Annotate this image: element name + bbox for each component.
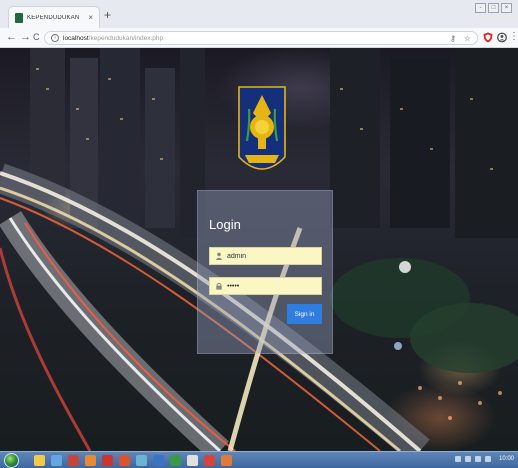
- window-controls: - □ ×: [475, 3, 512, 13]
- login-form: Login Sign in: [197, 190, 333, 354]
- url-text: localhost/kependudukan/index.php: [63, 35, 163, 42]
- browser-menu-icon[interactable]: ⋮: [509, 30, 518, 43]
- maximize-button[interactable]: □: [488, 3, 499, 13]
- taskbar-ie-icon[interactable]: [51, 455, 62, 466]
- address-bar[interactable]: i localhost/kependudukan/index.php ⚷ ☆: [44, 31, 478, 45]
- password-field[interactable]: [209, 277, 322, 295]
- password-input[interactable]: [227, 282, 317, 290]
- lock-icon: [216, 282, 222, 290]
- tray-volume-icon[interactable]: [484, 456, 491, 462]
- browser-tab[interactable]: KEPENDUDUKAN ×: [8, 6, 100, 28]
- forward-button[interactable]: →: [20, 31, 31, 44]
- site-favicon-icon: [15, 12, 23, 23]
- url-path: /kependudukan/index.php: [88, 34, 164, 42]
- taskbar-app-icon-4[interactable]: [136, 455, 147, 466]
- close-window-button[interactable]: ×: [501, 3, 512, 13]
- taskbar-app-icon-1[interactable]: [68, 455, 79, 466]
- system-tray: 10:00: [454, 456, 514, 462]
- user-icon: [215, 252, 223, 260]
- bookmark-star-icon[interactable]: ☆: [464, 34, 471, 43]
- taskbar-app-icon-5[interactable]: [187, 455, 198, 466]
- taskbar-folder-icon[interactable]: [34, 455, 45, 466]
- tray-icon-2[interactable]: [464, 456, 471, 462]
- back-button[interactable]: ←: [6, 31, 17, 44]
- sign-in-button[interactable]: Sign in: [287, 304, 322, 324]
- tray-network-icon[interactable]: [474, 456, 481, 462]
- taskbar-clock[interactable]: 10:00: [499, 456, 514, 462]
- key-icon[interactable]: ⚷: [450, 34, 456, 43]
- minimize-button[interactable]: -: [475, 3, 486, 13]
- taskbar-word-icon[interactable]: [153, 455, 164, 466]
- omnibox-actions: ⚷ ☆: [450, 34, 471, 43]
- taskbar-chrome-icon[interactable]: [204, 455, 215, 466]
- username-input[interactable]: [227, 252, 317, 260]
- url-host: localhost: [63, 34, 89, 42]
- tray-icon-1[interactable]: [454, 456, 461, 462]
- profile-icon[interactable]: [497, 32, 507, 43]
- site-info-icon[interactable]: i: [51, 34, 59, 42]
- taskbar-app-icon-2[interactable]: [102, 455, 113, 466]
- shield-extension-icon[interactable]: [483, 32, 493, 43]
- taskbar-excel-icon[interactable]: [170, 455, 181, 466]
- username-field[interactable]: [209, 247, 322, 265]
- tab-title: KEPENDUDUKAN: [27, 14, 80, 21]
- government-emblem-icon: [238, 86, 286, 170]
- taskbar-app-icon-6[interactable]: [221, 455, 232, 466]
- windows-taskbar: 10:00: [0, 451, 518, 468]
- start-button[interactable]: [4, 453, 19, 468]
- taskbar-firefox-icon[interactable]: [85, 455, 96, 466]
- new-tab-button[interactable]: +: [104, 9, 111, 21]
- login-page: Login Sign in: [0, 48, 518, 451]
- taskbar-app-icon-3[interactable]: [119, 455, 130, 466]
- browser-tab-bar: KEPENDUDUKAN × + - □ ×: [0, 0, 518, 28]
- reload-button[interactable]: C: [33, 31, 40, 44]
- login-title: Login: [209, 217, 241, 232]
- address-bar-row: ← → C i localhost/kependudukan/index.php…: [0, 28, 518, 48]
- tab-close-icon[interactable]: ×: [88, 13, 93, 22]
